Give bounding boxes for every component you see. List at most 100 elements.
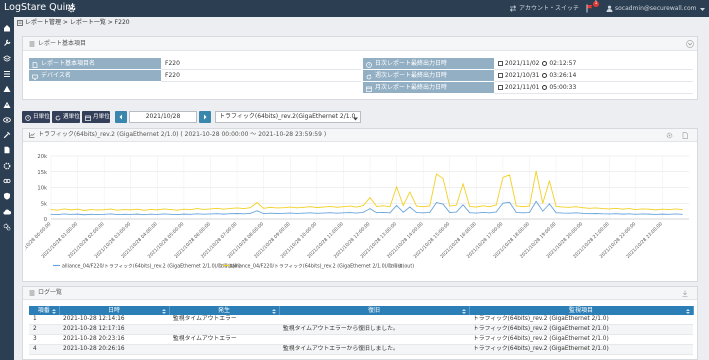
eye-icon[interactable] [3, 116, 11, 124]
gear-icon[interactable] [67, 4, 76, 13]
data-point-in [256, 210, 258, 212]
table-cell: 監視タイムアウトエラーから復旧しました。 [279, 324, 469, 335]
column-header-label: 項番 [37, 307, 50, 314]
table-row[interactable]: 1 2021-10-28 12:14:16 監視タイムアウトエラー トラフィック(64… [29, 315, 693, 325]
clock-icon [542, 84, 548, 90]
data-point-out [243, 208, 245, 210]
data-point-in [442, 203, 444, 205]
week-button[interactable]: 週単位 [52, 111, 80, 123]
date-input[interactable]: 2021/10/28 [129, 111, 197, 123]
data-point-out [263, 207, 265, 209]
sort-icon[interactable] [51, 308, 56, 314]
sort-icon[interactable] [271, 308, 276, 314]
data-point-out [615, 207, 617, 209]
column-header[interactable]: 復旧 [279, 306, 470, 315]
sort-icon[interactable] [685, 308, 690, 314]
data-point-out [70, 209, 72, 211]
data-point-in [110, 213, 112, 215]
account-switch-link[interactable]: アカウント・スイッチ [519, 5, 579, 13]
data-point-in [582, 212, 584, 214]
date-value: 2021/11/01 [504, 84, 540, 91]
month-button-label: 月単位 [93, 114, 110, 120]
data-point-in [316, 212, 318, 214]
app-title[interactable]: LogStare Quint [4, 2, 75, 14]
collapse-icon[interactable] [686, 40, 694, 48]
month-button[interactable]: 月単位 [82, 111, 110, 123]
day-button[interactable]: 日単位 [22, 111, 50, 123]
data-point-in [70, 213, 72, 215]
swap-icon[interactable] [509, 5, 517, 12]
data-point-in [535, 200, 537, 202]
wrench-icon[interactable] [3, 39, 11, 47]
table-cell: 1 [29, 315, 59, 325]
data-point-in [356, 212, 358, 214]
data-point-in [176, 214, 178, 216]
breadcrumb[interactable]: レポート管理 > レポート一覧 > F220 [25, 19, 130, 27]
table-row[interactable]: 2 2021-10-28 12:17:16 監視タイムアウトエラーから復旧しました。… [29, 324, 693, 335]
data-point-out [642, 208, 643, 210]
user-email[interactable]: socadmin@securewall.com [615, 5, 696, 13]
table-cell [169, 344, 279, 355]
data-point-out [229, 208, 231, 209]
download-icon[interactable] [682, 290, 688, 297]
monitor-item-select[interactable]: トラフィック(64bits)_rev.2(GigaEthernet 2/1.0 [215, 111, 361, 123]
flag-icon[interactable] [586, 4, 593, 13]
layers-icon[interactable] [2, 54, 12, 63]
document-icon[interactable] [3, 146, 11, 154]
data-point-out [675, 208, 677, 210]
table-row[interactable]: 4 2021-10-28 20:26:16 監視タイムアウトエラーから復旧しました。… [29, 344, 693, 355]
chevron-down-icon[interactable] [700, 7, 705, 11]
data-point-in [243, 213, 245, 215]
gear-icon[interactable] [666, 132, 673, 139]
data-point-in [77, 213, 79, 215]
column-header[interactable]: 発生 [169, 306, 280, 315]
data-point-out [269, 206, 271, 208]
column-header[interactable]: 日時 [59, 306, 170, 315]
data-point-in [276, 213, 278, 214]
data-point-out [143, 209, 145, 211]
data-point-in [183, 213, 185, 215]
cogs-icon[interactable] [3, 223, 11, 231]
data-point-in [269, 212, 271, 214]
data-point-in [216, 213, 218, 215]
user-icon[interactable] [606, 5, 613, 12]
data-point-in [136, 213, 138, 215]
data-point-out [369, 197, 371, 199]
sort-icon[interactable] [461, 308, 466, 314]
shield-icon[interactable] [3, 192, 11, 200]
data-point-in [402, 211, 404, 213]
data-point-in [608, 213, 610, 215]
alert-icon[interactable] [3, 101, 11, 109]
tools-icon[interactable] [3, 131, 11, 139]
legend-label-in: alliance_04/F220/トラフィック(64bits)_rev.2 (G… [62, 262, 241, 269]
link-icon[interactable] [3, 177, 11, 185]
column-header[interactable]: 項番 [29, 306, 60, 315]
data-point-in [429, 211, 431, 213]
sort-icon[interactable] [161, 308, 166, 314]
home-icon[interactable] [3, 24, 11, 32]
info-label-weekly: 週次レポート最終出力日時 [363, 70, 494, 82]
info-label-text: 月次レポート最終出力日時 [375, 84, 448, 91]
data-point-out [661, 208, 663, 210]
table-row[interactable]: 3 2021-10-28 20:23:16 監視タイムアウトエラー トラフィック(64… [29, 334, 693, 345]
data-point-in [661, 213, 663, 215]
data-point-out [529, 205, 530, 207]
data-point-out [223, 208, 225, 210]
data-point-out [542, 202, 544, 204]
data-point-in [83, 214, 85, 216]
warning-icon[interactable] [3, 85, 11, 93]
traffic-chart: 2021/10/28 00:00:002021/10/28 01:00:0020… [25, 154, 689, 269]
data-point-out [608, 208, 610, 210]
list-icon[interactable] [3, 70, 11, 78]
chevron-down-icon [353, 115, 358, 121]
previous-date-button[interactable] [115, 111, 127, 123]
data-point-out [568, 206, 570, 208]
cloud-icon[interactable] [3, 208, 12, 216]
data-point-out [502, 176, 504, 178]
info-value-device: F220 [161, 70, 361, 82]
next-date-button[interactable] [199, 111, 211, 123]
column-header[interactable]: 監視項目 [469, 306, 694, 315]
export-icon[interactable] [682, 132, 688, 139]
gear-icon[interactable] [3, 162, 11, 170]
data-point-out [203, 208, 205, 210]
